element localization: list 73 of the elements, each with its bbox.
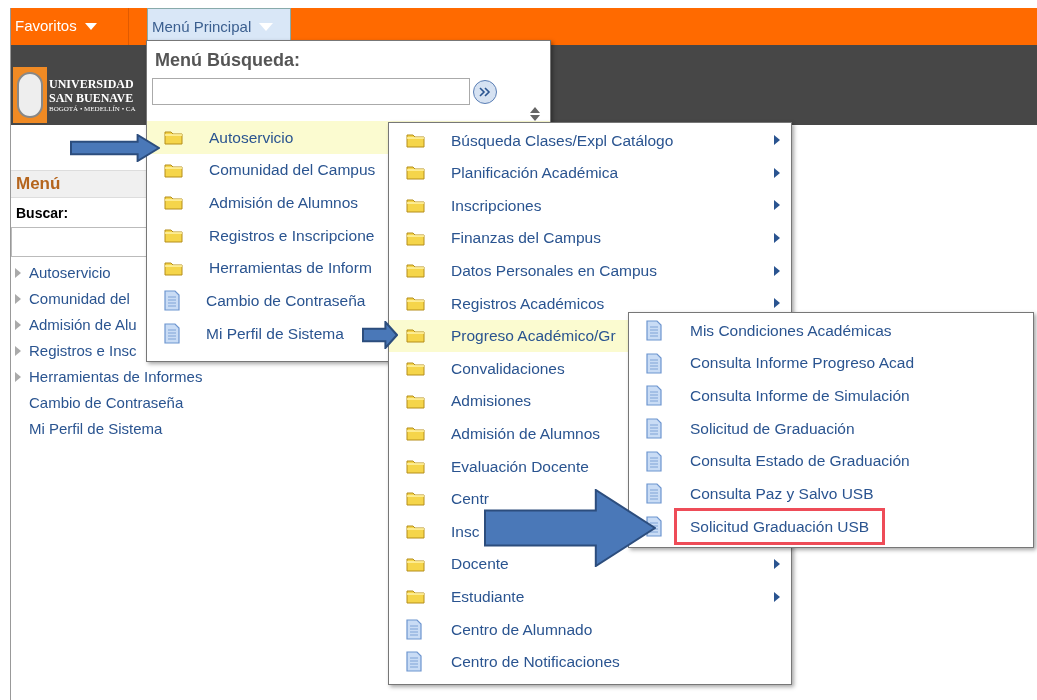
sidebar-link[interactable]: Registros e Insc xyxy=(29,339,137,363)
seal-drawing xyxy=(13,67,47,123)
menu-item[interactable]: Finanzas del Campus xyxy=(389,221,791,255)
double-chevron-icon xyxy=(479,86,491,97)
submenu-arrow-icon xyxy=(774,233,780,244)
folder-icon xyxy=(406,295,425,311)
document-icon xyxy=(406,651,422,673)
folder-icon xyxy=(406,132,425,148)
sidebar-link[interactable]: Admisión de Alu xyxy=(29,313,137,337)
folder-icon xyxy=(164,129,183,145)
menu-item[interactable]: Datos Personales en Campus xyxy=(389,254,791,287)
sidebar-link[interactable]: Comunidad del xyxy=(29,287,130,311)
folder-icon xyxy=(164,227,183,243)
menu-item[interactable]: Docente xyxy=(389,547,791,581)
folder-icon xyxy=(406,556,425,572)
folder-icon xyxy=(406,426,425,442)
folder-icon xyxy=(406,458,425,474)
document-icon xyxy=(164,290,180,312)
submenu-arrow-icon xyxy=(774,559,780,569)
document-icon xyxy=(646,483,662,505)
search-label: Buscar: xyxy=(15,204,69,223)
logo-text: UNIVERSIDAD xyxy=(49,76,135,91)
menu-item[interactable]: Centro de Alumnado xyxy=(389,612,791,646)
sidebar-link[interactable]: Autoservicio xyxy=(29,261,111,285)
search-go-button[interactable] xyxy=(473,79,497,104)
document-icon xyxy=(406,618,422,640)
submenu-arrow-icon xyxy=(15,268,21,278)
folder-icon xyxy=(406,491,425,507)
folder-icon xyxy=(406,523,425,539)
folder-icon xyxy=(406,230,425,246)
folder-icon xyxy=(406,263,425,279)
document-icon xyxy=(646,319,662,341)
submenu-arrow-icon xyxy=(774,591,780,602)
sidebar-link[interactable]: Herramientas de Informes xyxy=(29,365,203,389)
caret-icon xyxy=(259,23,274,31)
menu-link[interactable]: Solicitud Graduación USB xyxy=(674,507,886,546)
sidebar-title: Menú xyxy=(16,173,61,196)
menu-search-title: Menú Búsqueda: xyxy=(154,49,300,72)
menu-item[interactable]: Estudiante xyxy=(389,580,791,613)
sidebar-link[interactable]: Mi Perfil de Sistema xyxy=(29,417,163,441)
menu-item[interactable]: Planificación Académica xyxy=(389,156,791,190)
document-icon xyxy=(646,385,662,407)
folder-icon xyxy=(406,198,425,213)
document-icon xyxy=(646,417,662,439)
sort-icon[interactable] xyxy=(530,107,540,121)
submenu-arrow-icon xyxy=(15,346,21,356)
folder-icon xyxy=(406,165,425,181)
submenu-arrow-icon xyxy=(15,294,21,304)
menu-search-field[interactable] xyxy=(152,78,470,105)
submenu-arrow-icon xyxy=(15,320,21,330)
document-icon xyxy=(646,352,662,374)
folder-icon xyxy=(406,589,425,605)
submenu-arrow-icon xyxy=(774,200,780,211)
submenu-arrow-icon xyxy=(774,298,780,309)
document-icon xyxy=(164,322,180,344)
submenu-arrow-icon xyxy=(774,135,780,146)
pointer-arrow xyxy=(362,321,398,349)
logo-text: SAN BUENAVE xyxy=(49,90,135,105)
menu-item[interactable]: Centro de Notificaciones xyxy=(389,645,791,679)
document-icon xyxy=(646,450,662,472)
submenu-arrow-icon xyxy=(15,372,21,382)
sidebar-link[interactable]: Cambio de Contraseña xyxy=(29,391,184,415)
submenu-arrow-icon xyxy=(774,265,780,276)
menu-item[interactable]: Búsqueda Clases/Expl Catálogo xyxy=(389,124,791,157)
submenu-arrow-icon xyxy=(774,167,780,178)
folder-icon xyxy=(406,360,425,376)
folder-icon xyxy=(406,393,425,409)
caret-icon xyxy=(84,23,97,30)
folder-icon xyxy=(164,162,183,178)
folder-icon xyxy=(164,195,183,211)
folder-icon xyxy=(406,328,425,344)
folder-icon xyxy=(164,260,183,276)
menu-item[interactable]: Inscripciones xyxy=(389,189,791,222)
